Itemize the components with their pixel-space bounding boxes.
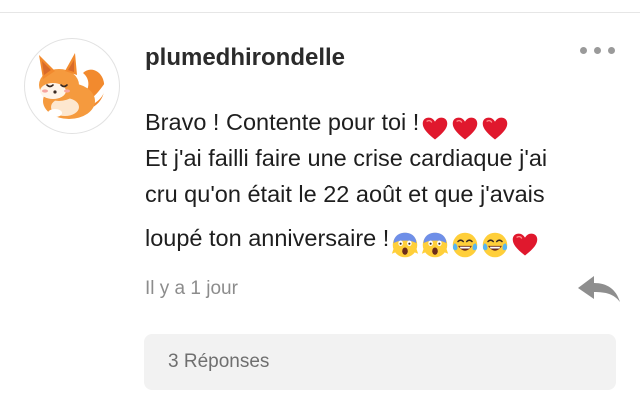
- sleeping-fox-icon: [39, 53, 106, 119]
- line4-emojis: [389, 225, 539, 261]
- red-heart-icon: [453, 117, 478, 140]
- avatar[interactable]: [24, 38, 120, 134]
- screaming-face-icon: [392, 232, 419, 258]
- username[interactable]: plumedhirondelle: [145, 44, 345, 72]
- timestamp: Il y a 1 jour: [145, 278, 238, 299]
- comment-line-2: Et j'ai failli faire une crise cardiaque…: [145, 145, 548, 171]
- tears-of-joy-icon: [483, 232, 508, 258]
- more-dots-icon[interactable]: [576, 40, 620, 60]
- replies-button[interactable]: 3 Réponses: [144, 334, 616, 390]
- top-divider: [0, 12, 640, 13]
- red-heart-icon: [513, 233, 538, 256]
- red-heart-icon: [483, 117, 508, 140]
- red-heart-icon: [423, 117, 448, 140]
- reply-arrow-icon[interactable]: [574, 272, 622, 306]
- comment-text: Bravo ! Contente pour toi ! Et j'ai fail…: [145, 104, 615, 258]
- comment-line-1: Bravo ! Contente pour toi !: [145, 104, 615, 140]
- comment-line-3: cru qu'on était le 22 août et que j'avai…: [145, 181, 545, 207]
- tears-of-joy-icon: [453, 232, 478, 258]
- screaming-face-icon: [422, 232, 449, 258]
- comment-line-4-text: loupé ton anniversaire !: [145, 225, 390, 251]
- comment-line-1-text: Bravo ! Contente pour toi !: [145, 109, 420, 135]
- comment-line-4: loupé ton anniversaire !: [145, 220, 615, 258]
